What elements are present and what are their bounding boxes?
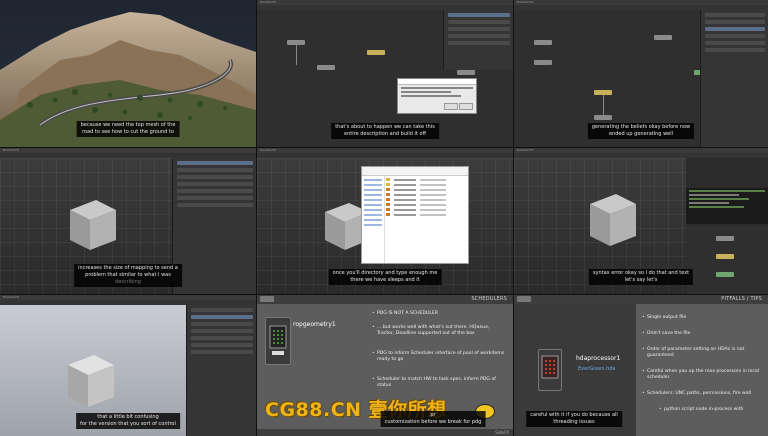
sidefx-logo bbox=[260, 296, 274, 302]
slide-title: PITFALLS / TIPS bbox=[721, 296, 762, 302]
file-row[interactable] bbox=[386, 208, 466, 211]
slide-bullet: Schedulers: UNC paths, permissions, fire… bbox=[642, 391, 765, 397]
file-row[interactable] bbox=[386, 213, 466, 216]
file-row[interactable] bbox=[386, 203, 466, 206]
dialog-ok-button[interactable] bbox=[444, 103, 458, 110]
slide-bullet: Didn't save the file bbox=[642, 331, 765, 337]
subtitle-caption: generating the beliefs okay before now e… bbox=[587, 123, 695, 139]
subtitle-caption: increases the size of mapping to send a … bbox=[74, 264, 182, 287]
graph-node[interactable] bbox=[594, 115, 612, 120]
slide-bullet: ….but works well with what's out there. … bbox=[372, 325, 507, 337]
slide-footer: SideFX bbox=[257, 429, 513, 436]
dialog-cancel-button[interactable] bbox=[459, 103, 473, 110]
tile-terrain-viewport[interactable]: because we need the top mesh of the road… bbox=[0, 0, 256, 147]
brand-label: SideFX bbox=[495, 430, 509, 435]
node-card bbox=[265, 317, 291, 365]
python-code-editor[interactable] bbox=[686, 188, 768, 224]
node-name-label: hdaprocessor1 bbox=[576, 355, 621, 362]
cube-geometry[interactable] bbox=[58, 351, 118, 411]
explorer-sidebar[interactable] bbox=[362, 176, 385, 263]
slide-bullet: Single output file bbox=[642, 315, 765, 321]
slide-bullet: Order of parameter setting on HDAs is no… bbox=[642, 347, 765, 359]
parameter-panel[interactable] bbox=[443, 10, 513, 70]
graph-node[interactable] bbox=[367, 50, 385, 55]
modal-dialog[interactable] bbox=[397, 78, 477, 114]
cube-geometry[interactable] bbox=[60, 196, 120, 254]
video-thumbnail-grid: because we need the top mesh of the road… bbox=[0, 0, 768, 436]
parameter-panel[interactable] bbox=[700, 10, 768, 147]
hda-file-label: EverGreen.hda bbox=[578, 366, 616, 372]
tile-node-graph-dialog[interactable]: Houdini FX that's about to happen we can… bbox=[257, 0, 513, 147]
graph-node[interactable] bbox=[716, 254, 734, 259]
slide-header: PITFALLS / TIPS bbox=[514, 295, 768, 304]
subtitle-caption: once you'll directory and type enough me… bbox=[328, 269, 442, 285]
cube-geometry[interactable] bbox=[580, 190, 640, 250]
file-row[interactable] bbox=[386, 178, 466, 181]
tile-slide-pitfalls[interactable]: PITFALLS / TIPS hdaprocessor1 EverGreen.… bbox=[514, 295, 768, 436]
subtitle-caption: that's about to happen we can take this … bbox=[331, 123, 439, 139]
explorer-toolbar[interactable] bbox=[362, 167, 468, 176]
graph-node[interactable] bbox=[457, 70, 475, 75]
node-name-label: ropgeometry1 bbox=[293, 321, 336, 328]
graph-node[interactable] bbox=[716, 236, 734, 241]
tile-node-graph[interactable]: Houdini FX generating the beliefs okay b… bbox=[514, 0, 768, 147]
hda-node-icon bbox=[541, 355, 559, 379]
graph-wire bbox=[296, 45, 297, 65]
file-row[interactable] bbox=[386, 193, 466, 196]
graph-node[interactable] bbox=[534, 60, 552, 65]
subtitle-caption: because we need the top mesh of the road… bbox=[76, 121, 180, 137]
slide-bullet: python script node in-process with bbox=[659, 407, 764, 413]
graph-node[interactable] bbox=[654, 35, 672, 40]
graph-wire bbox=[603, 95, 604, 115]
slide-header: SCHEDULERS bbox=[257, 295, 513, 304]
graph-node[interactable] bbox=[317, 65, 335, 70]
dialog-title-bar[interactable] bbox=[398, 79, 476, 85]
subtitle-caption: that a little bit confusing for the vers… bbox=[76, 413, 180, 429]
file-row[interactable] bbox=[386, 198, 466, 201]
slide-bullet: Scheduler to match HW to task spec, info… bbox=[372, 377, 507, 389]
file-list[interactable] bbox=[386, 178, 466, 218]
pdg-node-icon bbox=[269, 325, 287, 355]
tile-cube-viewport-2[interactable]: Houdini FX that a little bit confusing f… bbox=[0, 295, 256, 436]
file-explorer-window[interactable] bbox=[361, 166, 469, 264]
sidefx-logo bbox=[517, 296, 531, 302]
slide-bullet: Careful when you up the max processors i… bbox=[642, 369, 765, 381]
parameter-panel[interactable] bbox=[172, 158, 256, 294]
network-editor[interactable] bbox=[686, 226, 768, 294]
file-row[interactable] bbox=[386, 188, 466, 191]
tile-slide-schedulers[interactable]: SCHEDULERS ropgeometry1 PDG IS NOT A SCH… bbox=[257, 295, 513, 436]
slide-bullet: PDG IS NOT A SCHEDULER bbox=[372, 311, 507, 317]
tile-cube-file-explorer[interactable]: Houdini FX once you'll directory and typ… bbox=[257, 148, 513, 294]
tile-cube-code-editor[interactable]: Houdini FX syntax error okay so I do tha… bbox=[514, 148, 768, 294]
tile-cube-viewport[interactable]: Houdini FX increases the size of mapping… bbox=[0, 148, 256, 294]
subtitle-caption: pr customization before we break for pdg bbox=[380, 411, 486, 427]
parameter-panel[interactable] bbox=[186, 305, 256, 436]
file-row[interactable] bbox=[386, 183, 466, 186]
graph-node[interactable] bbox=[716, 272, 734, 277]
node-card bbox=[538, 349, 562, 391]
graph-node[interactable] bbox=[534, 40, 552, 45]
subtitle-caption: careful with it if you do because all th… bbox=[526, 411, 622, 427]
subtitle-caption: syntax error okay so I do that and text … bbox=[588, 269, 694, 285]
slide-bullet: PDG to inform Scheduler interface of poo… bbox=[372, 351, 507, 363]
slide-title: SCHEDULERS bbox=[471, 296, 507, 302]
